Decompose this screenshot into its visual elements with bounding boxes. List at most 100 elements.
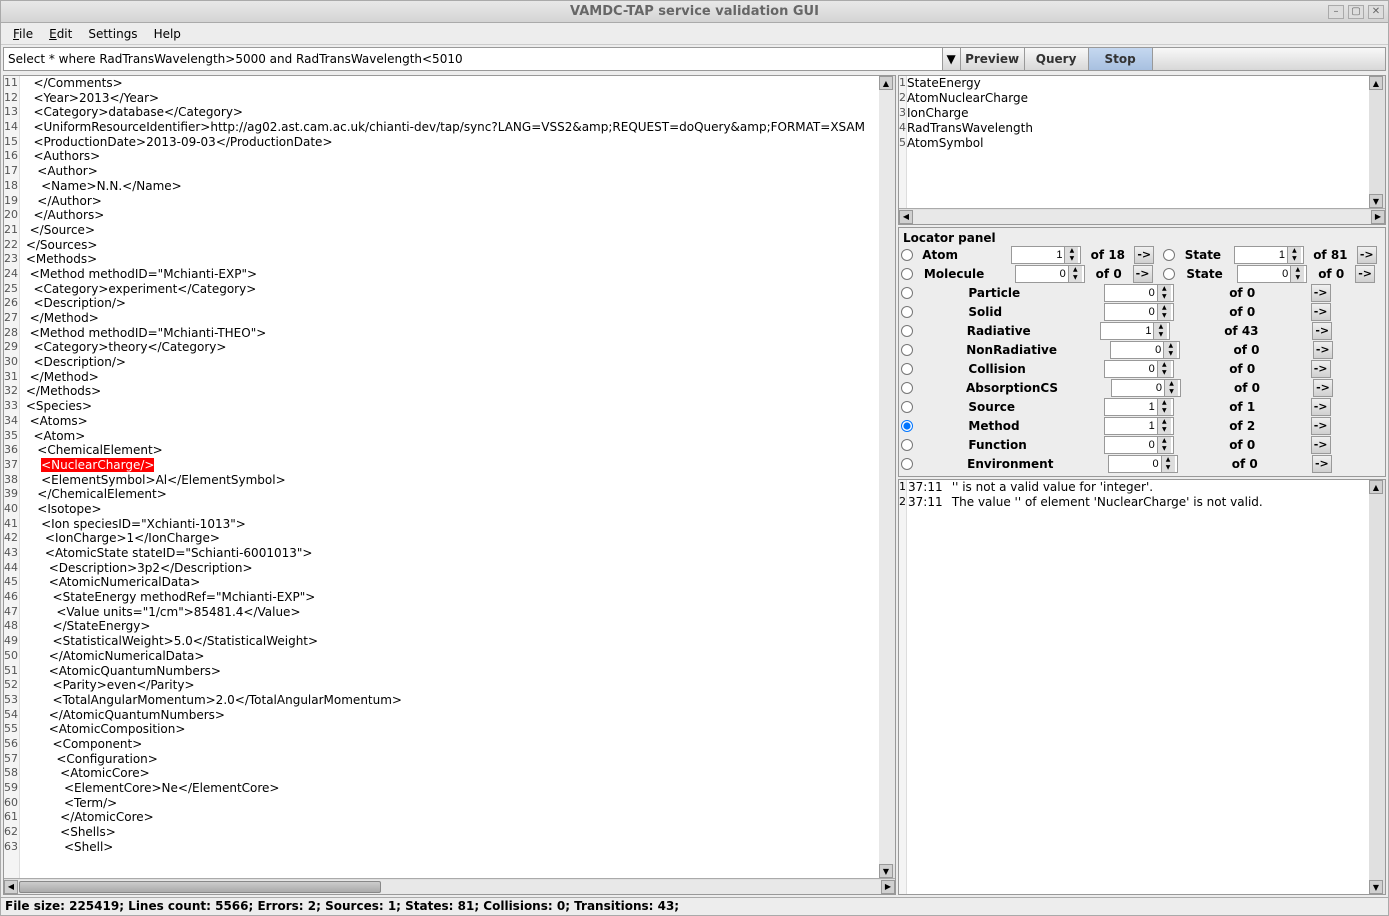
locator-radio-method[interactable] xyxy=(901,420,913,432)
restrictables-content[interactable]: StateEnergyAtomNuclearChargeIonChargeRad… xyxy=(907,76,1369,208)
locator-radio-collision[interactable] xyxy=(901,363,913,375)
spin-up-icon[interactable]: ▲ xyxy=(1158,437,1171,445)
restrictables-vscroll[interactable]: ▲ ▼ xyxy=(1369,76,1385,208)
locator-go-button[interactable]: -> xyxy=(1357,246,1377,264)
menu-edit[interactable]: Edit xyxy=(41,25,80,43)
locator-spinner[interactable]: ▲▼ xyxy=(1104,303,1174,321)
spin-down-icon[interactable]: ▼ xyxy=(1154,331,1167,339)
spin-down-icon[interactable]: ▼ xyxy=(1069,274,1082,282)
vscrollbar[interactable]: ▲ ▼ xyxy=(879,76,895,878)
spin-up-icon[interactable]: ▲ xyxy=(1158,399,1171,407)
vscroll-track[interactable] xyxy=(879,90,895,864)
error-item[interactable]: 37:11 The value '' of element 'NuclearCh… xyxy=(908,495,1369,510)
hscroll-track[interactable] xyxy=(913,210,1371,224)
locator-radio-radiative[interactable] xyxy=(901,325,913,337)
spin-up-icon[interactable]: ▲ xyxy=(1158,418,1171,426)
hscroll-thumb[interactable] xyxy=(19,881,381,893)
menu-help[interactable]: Help xyxy=(146,25,189,43)
spin-down-icon[interactable]: ▼ xyxy=(1291,274,1304,282)
spin-down-icon[interactable]: ▼ xyxy=(1162,464,1175,472)
spin-up-icon[interactable]: ▲ xyxy=(1158,304,1171,312)
locator-radio-function[interactable] xyxy=(901,439,913,451)
errors-content[interactable]: 37:11 '' is not a valid value for 'integ… xyxy=(907,480,1369,894)
locator-spinner[interactable]: ▲▼ xyxy=(1234,246,1304,264)
locator-spinner[interactable]: ▲▼ xyxy=(1104,284,1174,302)
locator-radio-solid[interactable] xyxy=(901,306,913,318)
scroll-down-icon[interactable]: ▼ xyxy=(1369,880,1383,894)
locator-spinner[interactable]: ▲▼ xyxy=(1111,379,1181,397)
locator-radio-molecule[interactable] xyxy=(901,268,913,280)
locator-radio-state[interactable] xyxy=(1163,249,1175,261)
locator-spinner[interactable]: ▲▼ xyxy=(1237,265,1307,283)
close-button[interactable]: ✕ xyxy=(1368,5,1384,19)
spin-down-icon[interactable]: ▼ xyxy=(1158,312,1171,320)
minimize-button[interactable]: – xyxy=(1328,5,1344,19)
locator-radio-source[interactable] xyxy=(901,401,913,413)
locator-spinner[interactable]: ▲▼ xyxy=(1104,436,1174,454)
locator-spinner[interactable]: ▲▼ xyxy=(1108,455,1178,473)
scroll-up-icon[interactable]: ▲ xyxy=(1369,76,1383,90)
hscroll-track[interactable] xyxy=(18,880,881,894)
spin-up-icon[interactable]: ▲ xyxy=(1069,266,1082,274)
spin-down-icon[interactable]: ▼ xyxy=(1158,426,1171,434)
menu-settings[interactable]: Settings xyxy=(80,25,145,43)
locator-go-button[interactable]: -> xyxy=(1311,398,1331,416)
query-history-dropdown[interactable]: ▼ xyxy=(942,48,960,70)
scroll-down-icon[interactable]: ▼ xyxy=(879,864,893,878)
scroll-right-icon[interactable]: ▶ xyxy=(1371,210,1385,224)
scroll-left-icon[interactable]: ◀ xyxy=(899,210,913,224)
xml-code-area[interactable]: 1112131415161718192021222324252627282930… xyxy=(4,76,879,878)
locator-spinner[interactable]: ▲▼ xyxy=(1110,341,1180,359)
locator-go-button[interactable]: -> xyxy=(1313,341,1333,359)
locator-spinner[interactable]: ▲▼ xyxy=(1104,417,1174,435)
hscrollbar[interactable]: ◀ ▶ xyxy=(4,878,895,894)
spin-up-icon[interactable]: ▲ xyxy=(1158,285,1171,293)
locator-radio-atom[interactable] xyxy=(901,249,913,261)
locator-spinner[interactable]: ▲▼ xyxy=(1100,322,1170,340)
locator-spinner[interactable]: ▲▼ xyxy=(1011,246,1081,264)
locator-radio-state[interactable] xyxy=(1163,268,1175,280)
locator-go-button[interactable]: -> xyxy=(1311,303,1331,321)
spin-down-icon[interactable]: ▼ xyxy=(1158,407,1171,415)
scroll-up-icon[interactable]: ▲ xyxy=(1369,480,1383,494)
spin-up-icon[interactable]: ▲ xyxy=(1158,361,1171,369)
vscroll-track[interactable] xyxy=(1369,494,1385,880)
spin-up-icon[interactable]: ▲ xyxy=(1154,323,1167,331)
locator-go-button[interactable]: -> xyxy=(1312,455,1332,473)
errors-vscroll[interactable]: ▲ ▼ xyxy=(1369,480,1385,894)
scroll-up-icon[interactable]: ▲ xyxy=(879,76,893,90)
spin-down-icon[interactable]: ▼ xyxy=(1158,369,1171,377)
spin-up-icon[interactable]: ▲ xyxy=(1288,247,1301,255)
scroll-right-icon[interactable]: ▶ xyxy=(881,880,895,894)
locator-go-button[interactable]: -> xyxy=(1311,360,1331,378)
vscroll-track[interactable] xyxy=(1369,90,1385,194)
spin-up-icon[interactable]: ▲ xyxy=(1164,342,1177,350)
restrictable-item[interactable]: StateEnergy xyxy=(907,76,1369,91)
spin-up-icon[interactable]: ▲ xyxy=(1162,456,1175,464)
locator-radio-absorptioncs[interactable] xyxy=(901,382,913,394)
locator-radio-environment[interactable] xyxy=(901,458,913,470)
locator-go-button[interactable]: -> xyxy=(1311,417,1331,435)
spin-down-icon[interactable]: ▼ xyxy=(1158,445,1171,453)
query-input[interactable] xyxy=(4,48,942,70)
menu-file[interactable]: File xyxy=(5,25,41,43)
spin-down-icon[interactable]: ▼ xyxy=(1158,293,1171,301)
locator-go-button[interactable]: -> xyxy=(1133,265,1153,283)
locator-spinner[interactable]: ▲▼ xyxy=(1104,360,1174,378)
locator-radio-particle[interactable] xyxy=(901,287,913,299)
locator-radio-nonradiative[interactable] xyxy=(901,344,913,356)
stop-button[interactable]: Stop xyxy=(1088,48,1152,70)
scroll-left-icon[interactable]: ◀ xyxy=(4,880,18,894)
spin-down-icon[interactable]: ▼ xyxy=(1165,388,1178,396)
scroll-down-icon[interactable]: ▼ xyxy=(1369,194,1383,208)
spin-up-icon[interactable]: ▲ xyxy=(1165,380,1178,388)
restrictable-item[interactable]: AtomSymbol xyxy=(907,136,1369,151)
spin-up-icon[interactable]: ▲ xyxy=(1065,247,1078,255)
spin-down-icon[interactable]: ▼ xyxy=(1065,255,1078,263)
locator-go-button[interactable]: -> xyxy=(1312,322,1332,340)
locator-go-button[interactable]: -> xyxy=(1313,379,1333,397)
restrictable-item[interactable]: IonCharge xyxy=(907,106,1369,121)
query-button[interactable]: Query xyxy=(1024,48,1088,70)
spin-down-icon[interactable]: ▼ xyxy=(1288,255,1301,263)
maximize-button[interactable]: ▢ xyxy=(1348,5,1364,19)
